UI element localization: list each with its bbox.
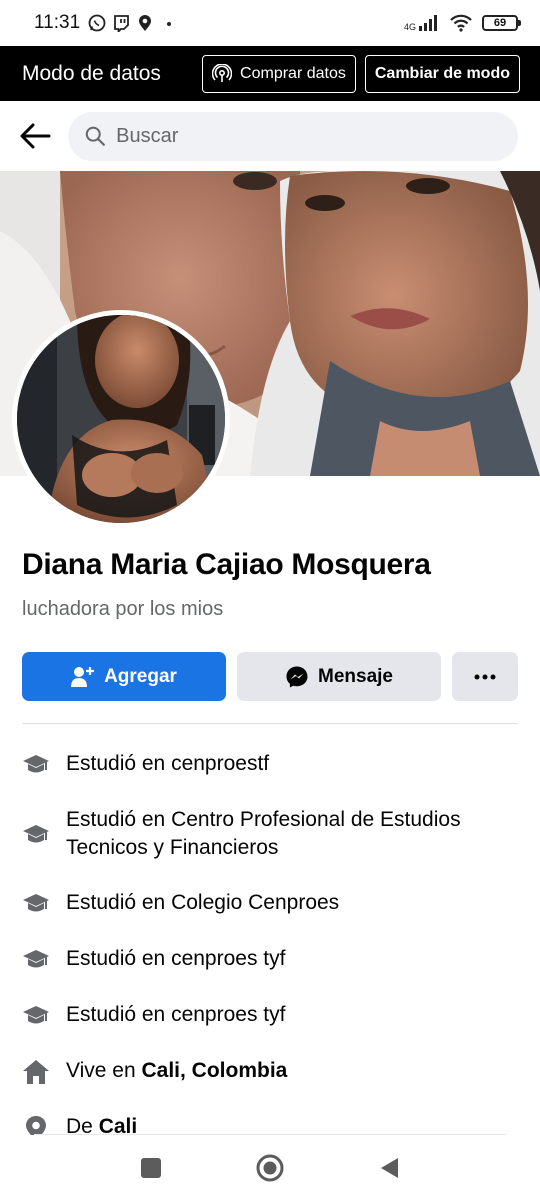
profile-name: Diana Maria Cajiao Mosquera xyxy=(22,548,431,581)
data-mode-title: Modo de datos xyxy=(22,61,161,85)
messenger-icon xyxy=(286,666,308,687)
notification-icons xyxy=(88,14,174,32)
message-label: Mensaje xyxy=(318,665,393,687)
circle-icon xyxy=(256,1154,284,1182)
detail-text: Estudió en cenproestf xyxy=(66,752,270,775)
battery-icon: 69 xyxy=(482,15,521,31)
change-mode-button[interactable]: Cambiar de modo xyxy=(364,54,520,93)
detail-text: Estudió en Centro Profesional de Estudio… xyxy=(66,808,461,859)
system-nav-bar xyxy=(0,1135,540,1200)
graduation-cap-icon xyxy=(20,945,52,975)
home-icon xyxy=(20,1057,52,1087)
location-icon xyxy=(139,15,152,31)
buy-data-button[interactable]: Comprar datos xyxy=(202,54,356,93)
detail-text: Estudió en Colegio Cenproes xyxy=(66,891,340,914)
dot-icon xyxy=(167,22,172,26)
status-time: 11:31 xyxy=(34,12,81,33)
add-friend-button[interactable]: Agregar xyxy=(22,652,226,701)
twitch-icon xyxy=(114,15,130,32)
graduation-cap-icon xyxy=(20,820,52,850)
detail-text: Vive en Cali, Colombia xyxy=(66,1059,288,1082)
home-button[interactable] xyxy=(255,1153,285,1183)
recent-apps-button[interactable] xyxy=(136,1153,166,1183)
back-button[interactable] xyxy=(374,1153,404,1183)
profile-bio: luchadora por los mios xyxy=(22,598,224,620)
search-input[interactable] xyxy=(116,124,502,148)
system-status: 4G 69 xyxy=(404,14,521,32)
more-options-button[interactable] xyxy=(452,652,518,701)
network-type: 4G xyxy=(403,22,416,32)
whatsapp-icon xyxy=(88,14,106,32)
search-header xyxy=(0,101,540,171)
profile-actions: Agregar Mensaje xyxy=(22,652,518,701)
more-icon xyxy=(474,674,496,679)
graduation-cap-icon xyxy=(20,889,52,919)
detail-text: Estudió en cenproes tyf xyxy=(66,1003,286,1026)
add-friend-label: Agregar xyxy=(104,665,177,687)
square-icon xyxy=(141,1158,161,1178)
add-friend-icon xyxy=(71,666,95,687)
data-mode-bar: Modo de datos Comprar datos Cambiar de m… xyxy=(0,46,540,101)
graduation-cap-icon xyxy=(20,750,52,780)
detail-text: Estudió en cenproes tyf xyxy=(66,947,286,970)
broadcast-icon xyxy=(212,63,233,82)
avatar xyxy=(17,315,225,523)
graduation-cap-icon xyxy=(20,1001,52,1031)
search-bar[interactable] xyxy=(68,111,518,161)
signal-icon: 4G xyxy=(404,14,440,32)
section-divider xyxy=(22,723,518,724)
search-icon xyxy=(85,126,105,146)
profile-picture[interactable] xyxy=(12,310,230,528)
status-bar: 11:31 4G 69 xyxy=(0,0,540,46)
change-mode-label: Cambiar de modo xyxy=(374,64,510,82)
buy-data-label: Comprar datos xyxy=(240,64,346,82)
wifi-icon xyxy=(450,14,472,32)
message-button[interactable]: Mensaje xyxy=(237,652,441,701)
back-arrow-icon xyxy=(20,123,51,149)
back-arrow-button[interactable] xyxy=(18,119,52,153)
triangle-back-icon xyxy=(381,1158,398,1178)
